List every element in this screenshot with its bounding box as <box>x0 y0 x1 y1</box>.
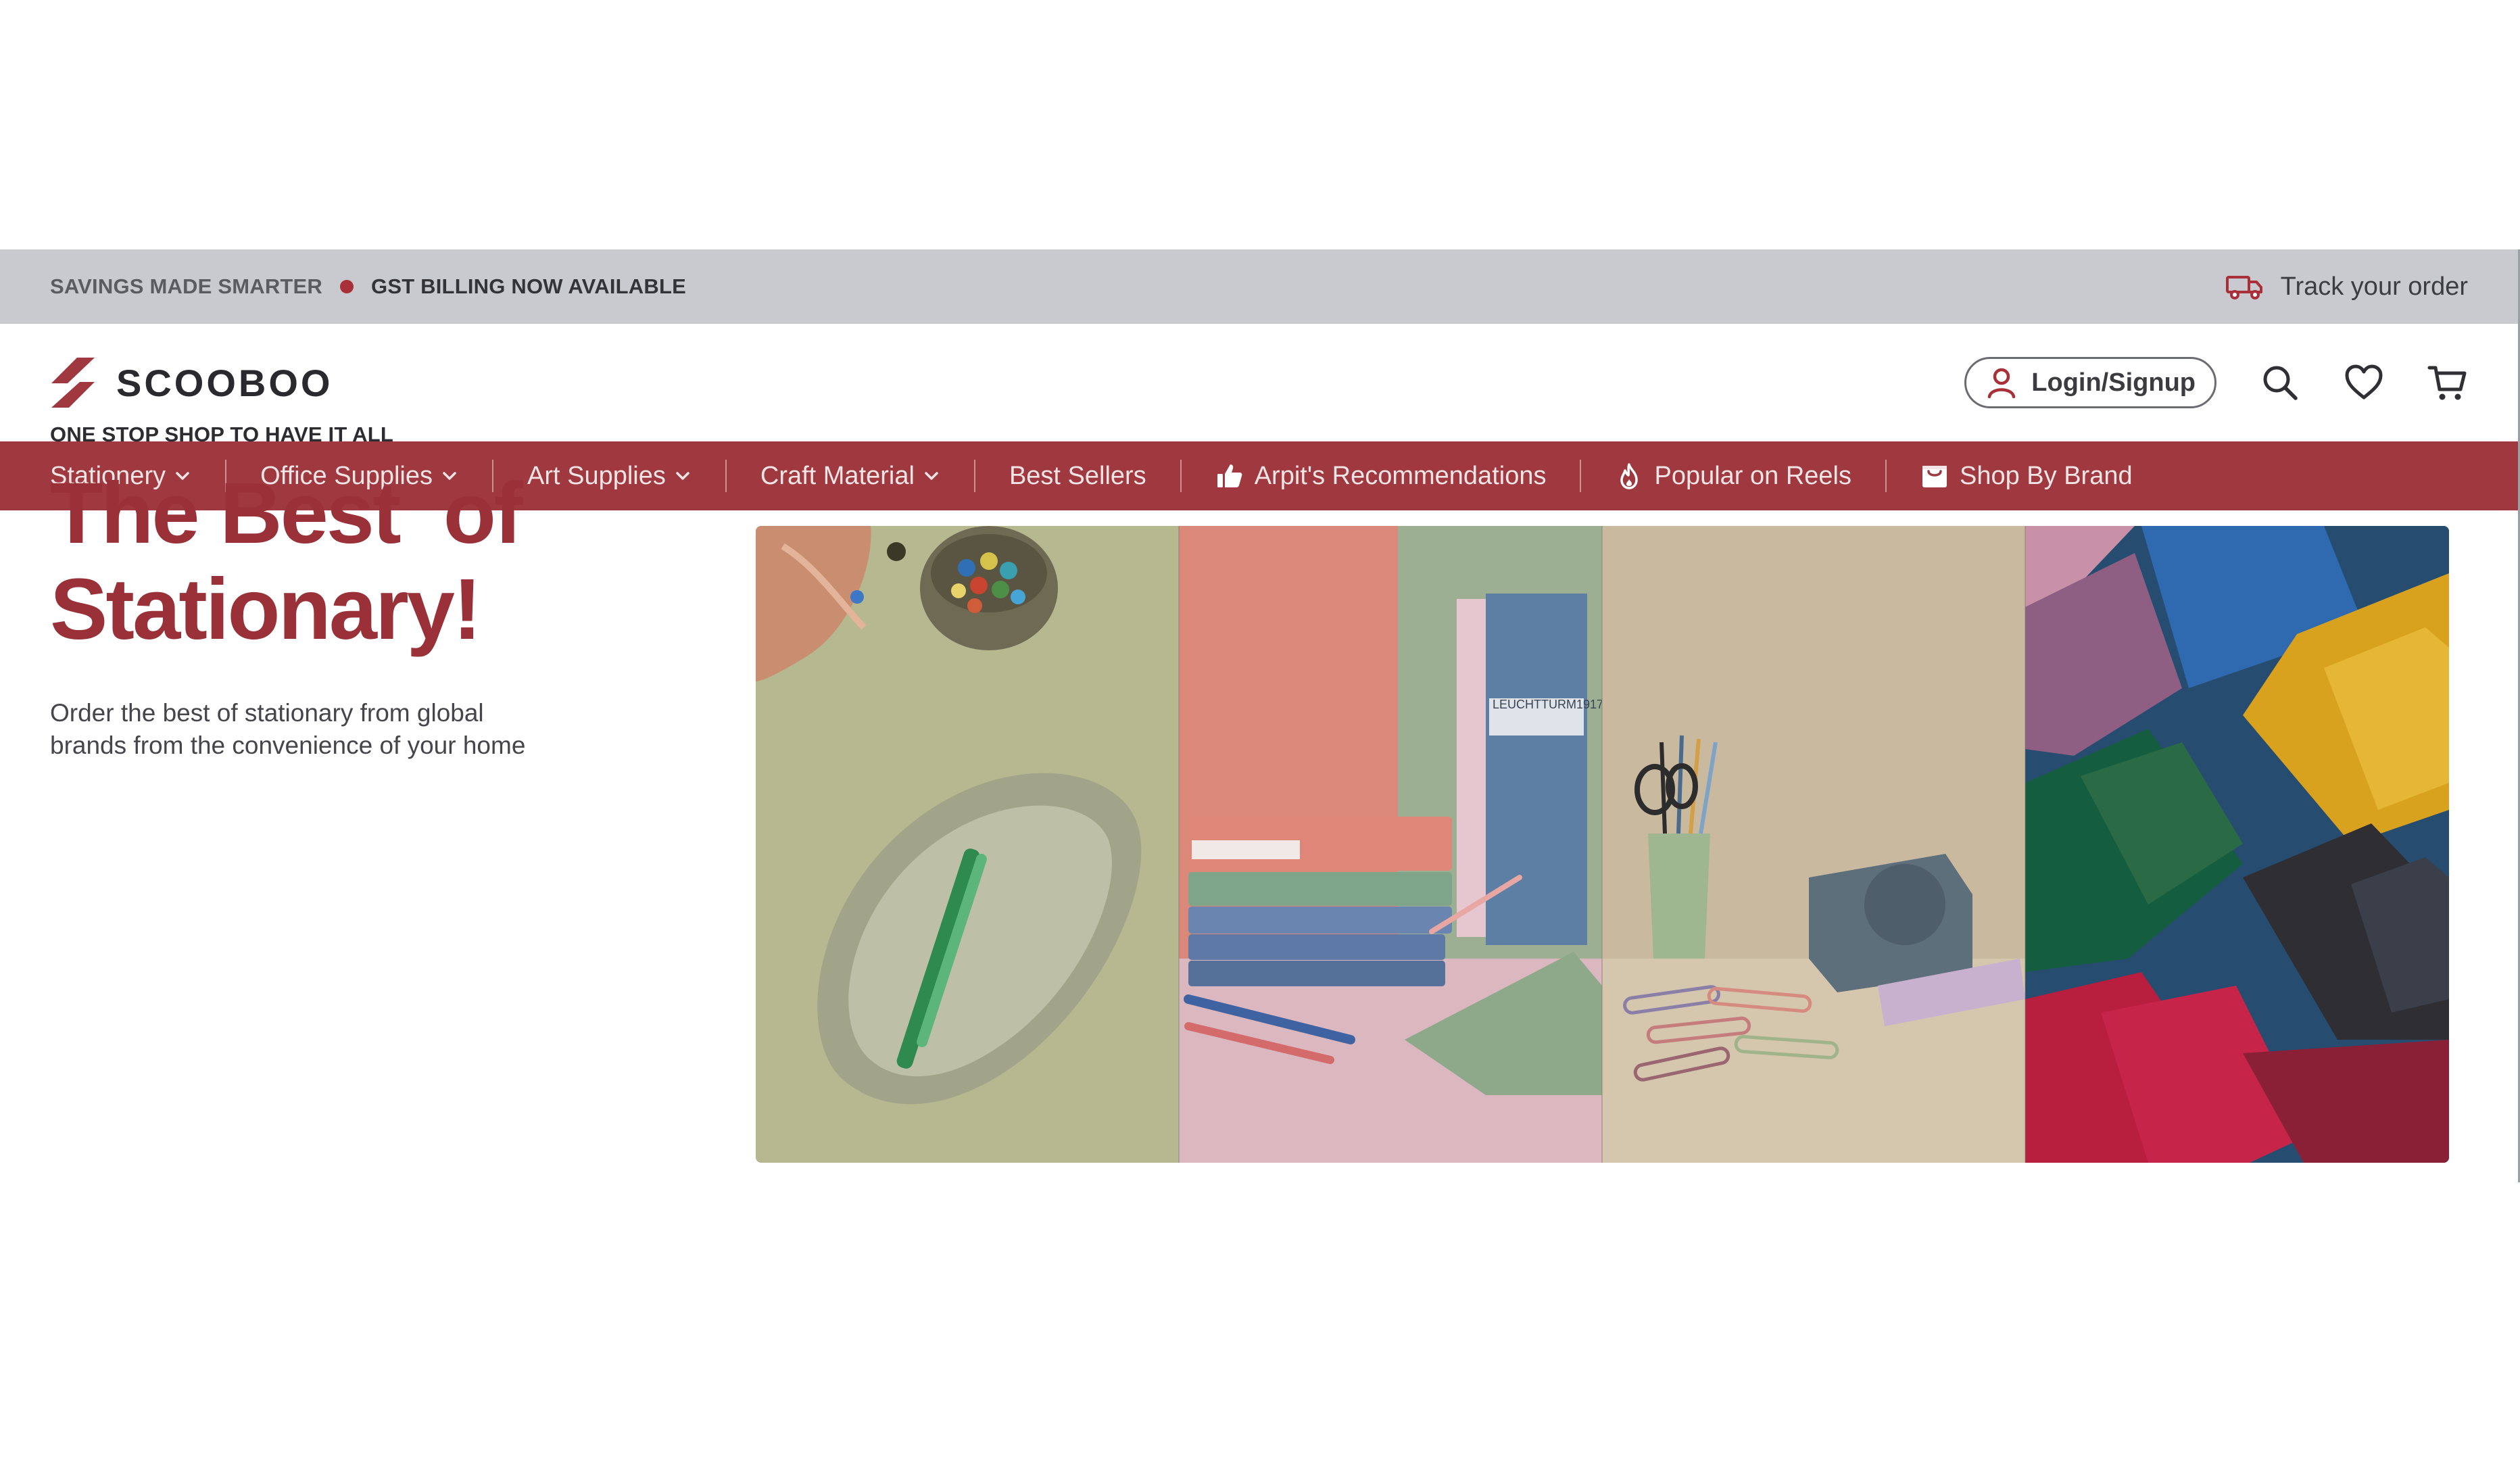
hero-headline-line-1: The Best of <box>50 465 523 562</box>
hero-subcopy: Order the best of stationary from global… <box>50 697 631 762</box>
nav-item-label: Best Sellers <box>1009 461 1146 490</box>
cart-icon <box>2427 366 2467 400</box>
login-signup-button[interactable]: Login/Signup <box>1964 357 2216 408</box>
scooboo-logo-icon <box>51 358 95 408</box>
hero-image-label: LEUCHTTURM1917 <box>1493 698 1603 711</box>
nav-divider <box>1180 460 1182 492</box>
search-icon <box>2263 366 2298 400</box>
hero-copy: ONE STOP SHOP TO HAVE IT ALL The Best of… <box>50 423 726 762</box>
flame-icon <box>1620 463 1639 489</box>
login-signup-label: Login/Signup <box>2031 368 2196 397</box>
track-order-label: Track your order <box>2280 272 2468 301</box>
nav-item-best-sellers[interactable]: Best Sellers <box>1009 462 1146 491</box>
hero-eyebrow: ONE STOP SHOP TO HAVE IT ALL <box>50 423 394 446</box>
announcement-tagline: SAVINGS MADE SMARTER <box>50 274 323 298</box>
shop-box-icon <box>1922 466 1947 487</box>
chevron-down-icon <box>925 472 938 480</box>
wishlist-button[interactable] <box>2344 362 2384 403</box>
panel-colorful-notebooks <box>2025 526 2449 1163</box>
hero-subcopy-line-1: Order the best of stationary from global <box>50 699 484 727</box>
cart-button[interactable] <box>2427 362 2468 403</box>
brand-logo[interactable]: SCOOBOO <box>50 356 333 409</box>
nav-item-label: Arpit's Recommendations <box>1254 461 1547 490</box>
user-icon <box>1988 368 2016 398</box>
track-order-link[interactable]: Track your order <box>2225 272 2468 302</box>
nav-item-arpits-recommendations[interactable]: Arpit's Recommendations <box>1215 461 1547 491</box>
nav-item-label: Shop By Brand <box>1959 461 2133 490</box>
panel-desk-accessories <box>1602 526 2025 1163</box>
hero-headline-line-2: Stationary! <box>50 561 482 658</box>
panel-notebook-stack: LEUCHTTURM1917 <box>1179 526 1603 1163</box>
page-canvas: SAVINGS MADE SMARTER GST BILLING NOW AVA… <box>0 0 2520 1471</box>
nav-item-label: Craft Material <box>760 461 915 490</box>
nav-item-popular-on-reels[interactable]: Popular on Reels <box>1615 462 1851 491</box>
thumbs-up-icon <box>1217 464 1242 487</box>
brand-name: SCOOBOO <box>116 361 333 404</box>
announcement-bar: SAVINGS MADE SMARTER GST BILLING NOW AVA… <box>0 249 2518 324</box>
hero-headline: The Best of Stationary! <box>50 466 726 658</box>
announcement-left: SAVINGS MADE SMARTER GST BILLING NOW AVA… <box>50 274 686 299</box>
heart-icon <box>2345 364 2383 400</box>
nav-divider <box>973 460 975 492</box>
separator-dot <box>340 280 354 293</box>
nav-divider <box>1885 460 1887 492</box>
hero-subcopy-line-2: brands from the convenience of your home <box>50 731 526 759</box>
nav-divider <box>1580 460 1582 492</box>
panel-pen-tray <box>756 526 1179 1163</box>
nav-item-craft-material[interactable]: Craft Material <box>760 462 940 491</box>
hero-banner-image[interactable]: LEUCHTTURM1917 <box>756 526 2449 1163</box>
search-button[interactable] <box>2260 362 2300 403</box>
nav-item-label: Popular on Reels <box>1654 461 1851 490</box>
gst-billing-notice: GST BILLING NOW AVAILABLE <box>371 274 686 298</box>
header-actions: Login/Signup <box>1964 357 2468 408</box>
delivery-truck-icon <box>2225 276 2262 299</box>
nav-item-shop-by-brand[interactable]: Shop By Brand <box>1920 462 2133 491</box>
